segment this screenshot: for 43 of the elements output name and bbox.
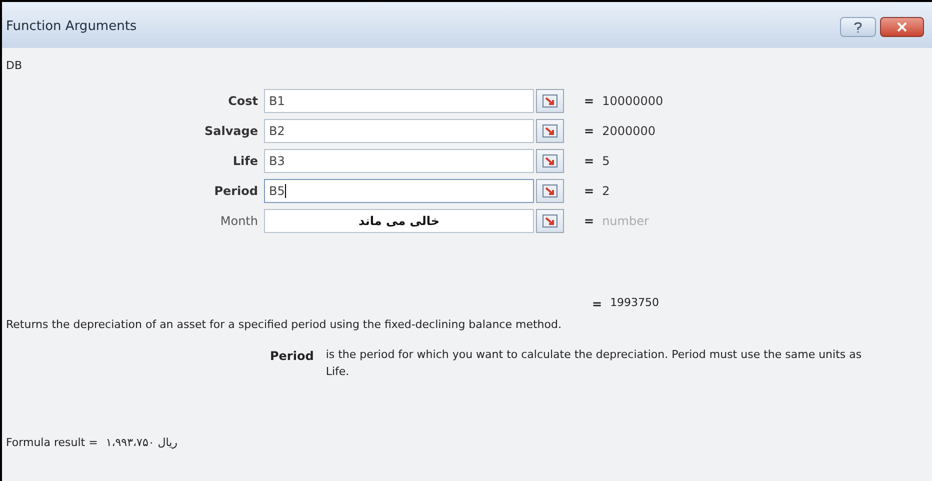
argument-help-text: is the period for which you want to calculate the depreciation. Period must use the same units as Life.	[326, 347, 863, 380]
argument-result: 5	[602, 152, 610, 170]
help-icon	[854, 22, 862, 32]
equals-sign: =	[584, 122, 594, 140]
function-name: DB	[6, 59, 22, 72]
collapse-dialog-button[interactable]	[536, 208, 564, 232]
collapse-dialog-button[interactable]	[536, 88, 564, 112]
argument-label: Cost	[227, 92, 259, 110]
collapse-dialog-button[interactable]	[536, 118, 564, 142]
equals-sign: =	[592, 296, 602, 312]
equals-sign: =	[584, 182, 594, 200]
close-button[interactable]	[880, 17, 924, 37]
cell-reference-icon	[542, 184, 558, 198]
argument-field[interactable]: B1	[264, 88, 534, 112]
argument-label: Period	[213, 182, 259, 200]
overall-result: 1993750	[610, 295, 660, 312]
argument-field[interactable]: B5	[264, 178, 534, 202]
argument-label: Month	[219, 212, 259, 230]
close-icon	[897, 22, 907, 32]
argument-result: 10000000	[602, 92, 664, 110]
argument-result: 2000000	[602, 122, 656, 140]
argument-label: Salvage	[203, 122, 259, 140]
help-button[interactable]	[840, 17, 876, 37]
argument-label: Life	[232, 152, 259, 170]
argument-field[interactable]: خالی می ماند	[264, 208, 534, 232]
argument-result: 2	[602, 182, 610, 200]
cell-reference-icon	[542, 124, 558, 138]
collapse-dialog-button[interactable]	[536, 178, 564, 202]
formula-result-label: Formula result =	[6, 434, 98, 450]
collapse-dialog-button[interactable]	[536, 148, 564, 172]
argument-result: number	[602, 212, 649, 230]
window-title: Function Arguments	[6, 18, 137, 36]
equals-sign: =	[584, 152, 594, 170]
cell-reference-icon	[542, 154, 558, 168]
equals-sign: =	[584, 92, 594, 110]
argument-field[interactable]: B3	[264, 148, 534, 172]
function-description: Returns the depreciation of an asset for a specified period using the fixed-declining balance method.	[5, 316, 562, 332]
argument-field[interactable]: B2	[264, 118, 534, 142]
argument-help-label: Period	[270, 348, 314, 365]
formula-result-value: ۱،۹۹۳،۷۵۰ ریال	[106, 434, 178, 451]
cell-reference-icon	[542, 94, 558, 108]
equals-sign: =	[584, 212, 594, 230]
cell-reference-icon	[542, 214, 558, 228]
